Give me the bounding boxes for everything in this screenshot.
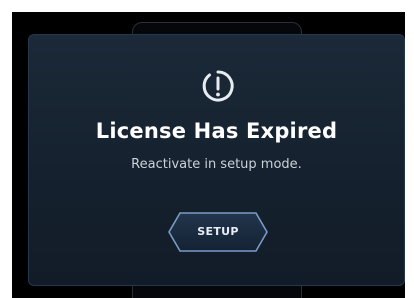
dialog-title: License Has Expired [95,119,338,143]
license-expired-dialog: License Has Expired Reactivate in setup … [28,34,405,286]
dialog-message: Reactivate in setup mode. [131,157,302,172]
setup-button-label: SETUP [197,225,239,238]
setup-button[interactable]: SETUP [168,212,268,252]
device-screen: License Has Expired Reactivate in setup … [12,12,405,298]
alert-circle-icon [200,68,236,104]
